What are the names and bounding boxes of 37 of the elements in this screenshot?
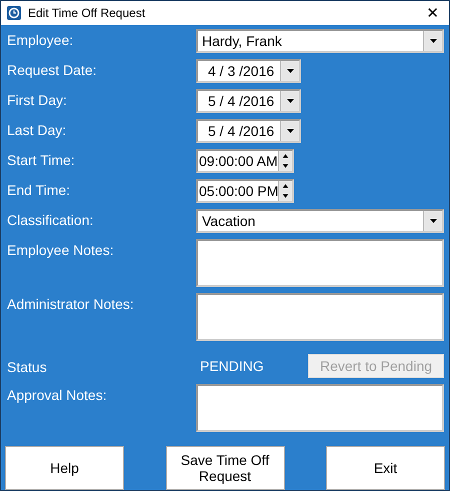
notes-field[interactable] <box>196 239 444 287</box>
notes-field[interactable] <box>196 293 444 341</box>
field-label: Classification: <box>7 211 94 228</box>
dropdown-arrow-icon <box>286 99 294 103</box>
spin-down-icon[interactable] <box>278 191 292 201</box>
field-label: Status <box>7 358 48 375</box>
dialog-button[interactable]: Save Time Off Request <box>166 446 284 490</box>
field-label: Last Day: <box>7 121 68 138</box>
date-picker[interactable]: 5 / 4 /2016 <box>196 89 301 113</box>
field-label: Administrator Notes: <box>7 295 135 312</box>
time-field[interactable]: 05:00:00 PM <box>196 179 294 203</box>
field-label: Start Time: <box>7 151 76 168</box>
field-label: Request Date: <box>7 61 98 78</box>
close-button[interactable]: ✕ <box>426 4 439 22</box>
field-label: Approval Notes: <box>7 386 108 403</box>
dropdown-field[interactable]: Vacation <box>196 209 444 233</box>
spin-up-icon[interactable] <box>278 181 292 191</box>
time-field[interactable]: 09:00:00 AM <box>196 149 294 173</box>
date-picker[interactable]: 4 / 3 /2016 <box>196 59 301 83</box>
date-picker[interactable]: 5 / 4 /2016 <box>196 119 301 143</box>
notes-field[interactable] <box>196 384 444 432</box>
spin-up-icon[interactable] <box>278 151 292 161</box>
dialog-button[interactable]: Exit <box>326 446 445 490</box>
field-label: Employee: <box>7 31 74 48</box>
field-label: Employee Notes: <box>7 241 115 258</box>
window-title: Edit Time Off Request <box>28 6 146 20</box>
dropdown-field[interactable]: Hardy, Frank <box>196 29 444 53</box>
field-label: First Day: <box>7 91 68 108</box>
field-label: End Time: <box>7 181 72 198</box>
dialog-button[interactable]: Help <box>5 446 124 490</box>
clock-icon <box>7 6 21 20</box>
dropdown-arrow-icon <box>286 69 294 73</box>
spin-down-icon[interactable] <box>278 161 292 171</box>
status-value: PENDING <box>199 358 264 374</box>
dropdown-arrow-icon <box>430 219 436 223</box>
dropdown-arrow-icon <box>286 129 294 133</box>
dropdown-arrow-icon <box>430 39 436 43</box>
